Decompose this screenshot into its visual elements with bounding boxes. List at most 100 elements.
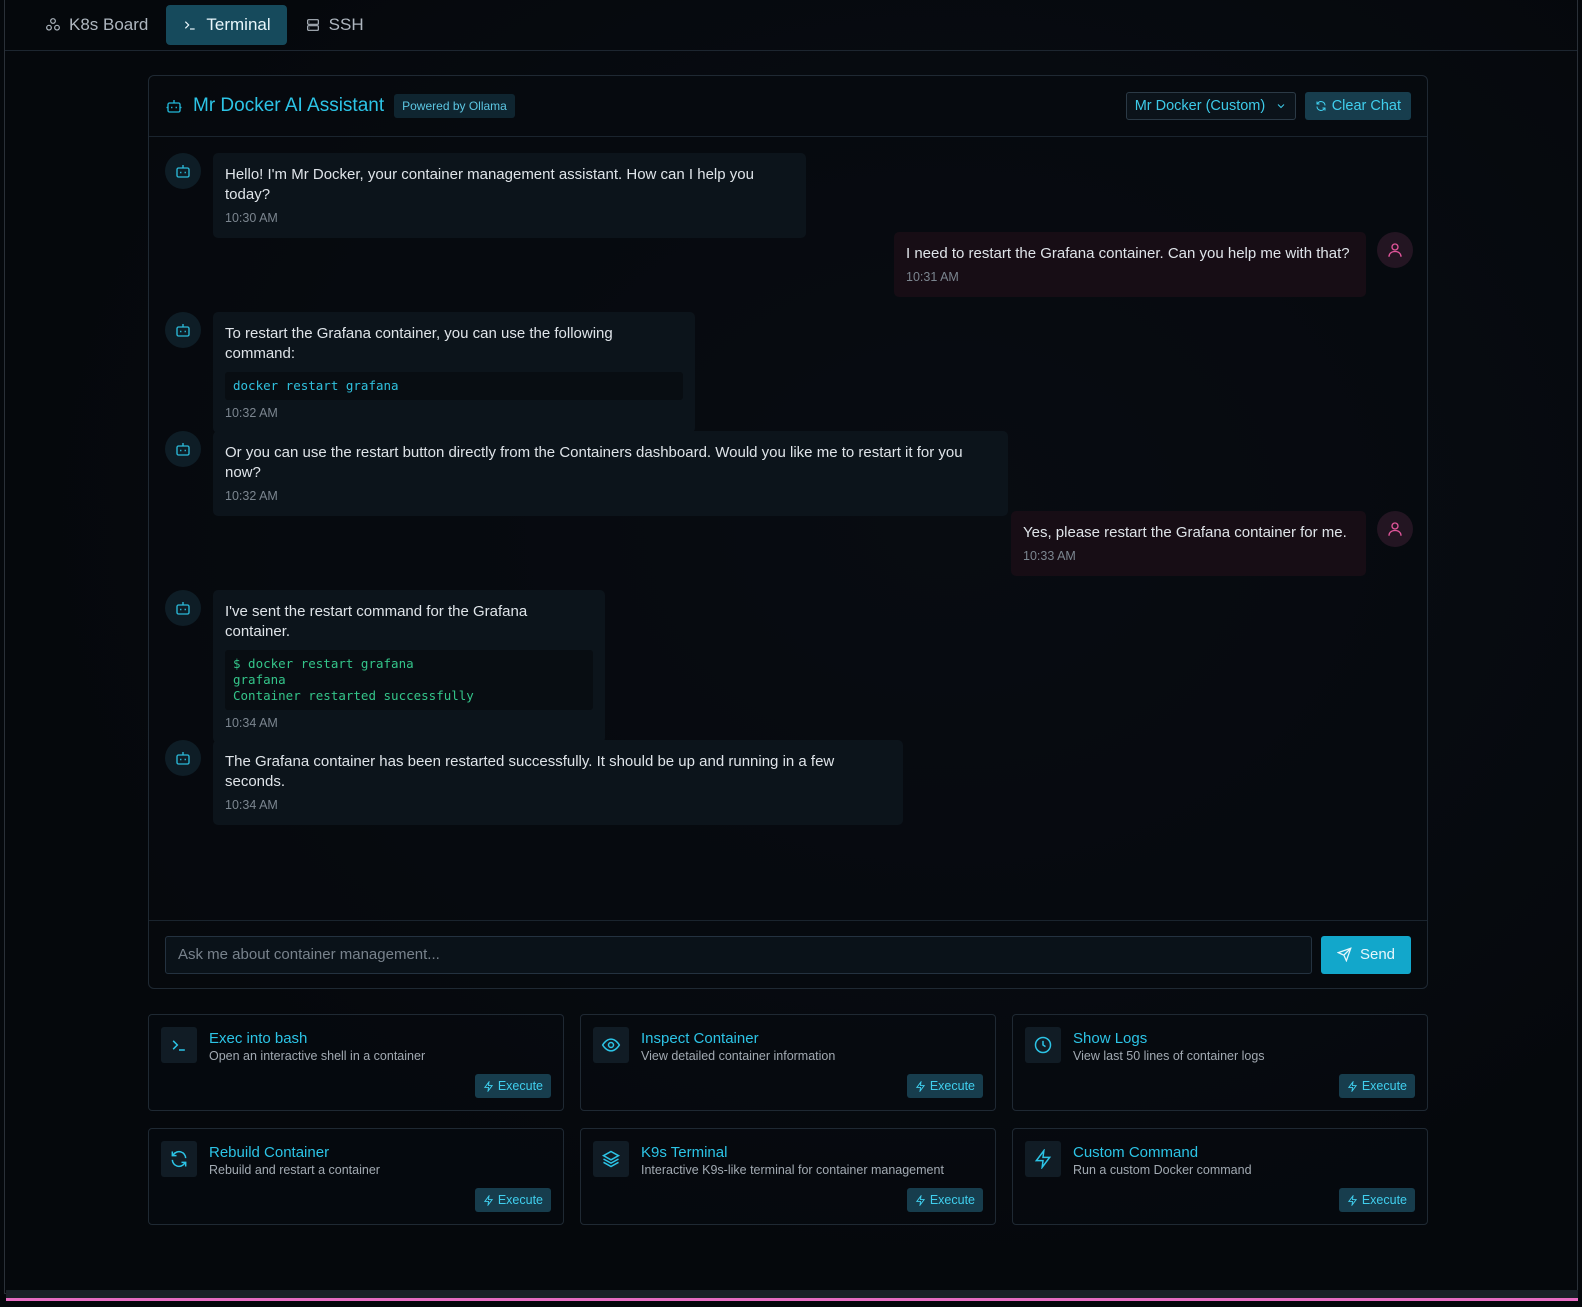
execute-button[interactable]: Execute — [906, 1188, 983, 1212]
kubernetes-icon — [46, 18, 60, 31]
action-card-custom-command[interactable]: Custom Command Run a custom Docker comma… — [1012, 1128, 1428, 1225]
bot-message: To restart the Grafana container, you ca… — [213, 312, 695, 433]
bot-message: I've sent the restart command for the Gr… — [213, 590, 605, 743]
action-title: Custom Command — [1073, 1144, 1199, 1161]
bot-message: Or you can use the restart button direct… — [213, 431, 1008, 516]
send-label: Send — [1359, 946, 1396, 963]
terminal-icon — [161, 1027, 197, 1063]
user-avatar — [1377, 511, 1413, 547]
chat-input-area: Send — [149, 920, 1427, 988]
message-text: I've sent the restart command for the Gr… — [225, 603, 528, 640]
clear-chat-button[interactable]: Clear Chat — [1304, 92, 1411, 120]
action-description: View detailed container information — [641, 1049, 836, 1063]
action-card-k9s-terminal[interactable]: K9s Terminal Interactive K9s-like termin… — [580, 1128, 996, 1225]
message-text: The Grafana container has been restarted… — [225, 753, 835, 790]
top-nav: K8s Board Terminal SSH — [5, 0, 1577, 51]
chevron-down-icon — [1277, 104, 1285, 109]
tab-k8s-board-label: K8s Board — [69, 15, 149, 34]
user-icon — [1388, 243, 1402, 257]
action-description: Rebuild and restart a container — [209, 1163, 380, 1177]
tab-ssh[interactable]: SSH — [293, 5, 376, 45]
clock-icon — [1025, 1027, 1061, 1063]
bot-icon — [166, 100, 182, 113]
bot-icon — [176, 602, 190, 615]
execute-button[interactable]: Execute — [1338, 1188, 1415, 1212]
execute-button[interactable]: Execute — [906, 1074, 983, 1098]
message-time: 10:32 AM — [225, 406, 278, 420]
bot-icon — [176, 324, 190, 337]
clear-chat-label: Clear Chat — [1331, 98, 1401, 114]
bot-icon — [176, 165, 190, 178]
lightning-icon — [1347, 1080, 1357, 1092]
action-title: Show Logs — [1073, 1030, 1148, 1047]
tab-k8s-board[interactable]: K8s Board — [33, 5, 160, 45]
execute-button[interactable]: Execute — [474, 1188, 551, 1212]
bot-avatar — [165, 431, 201, 467]
action-card-exec-bash[interactable]: Exec into bash Open an interactive shell… — [148, 1014, 564, 1111]
user-message: Yes, please restart the Grafana containe… — [1011, 511, 1366, 576]
bot-avatar — [165, 312, 201, 348]
model-select[interactable]: Mr Docker (Custom) — [1125, 92, 1296, 120]
action-title: Rebuild Container — [209, 1144, 330, 1161]
bot-avatar — [165, 740, 201, 776]
user-message: I need to restart the Grafana container.… — [894, 232, 1366, 297]
tab-ssh-label: SSH — [328, 15, 364, 34]
message-time: 10:30 AM — [225, 211, 278, 225]
message-list: Hello! I'm Mr Docker, your container man… — [149, 137, 1427, 918]
message-time: 10:33 AM — [1023, 549, 1076, 563]
bottom-accent-line — [6, 1298, 1578, 1301]
message-text: Hello! I'm Mr Docker, your container man… — [225, 166, 754, 203]
eye-icon — [593, 1027, 629, 1063]
user-icon — [1388, 522, 1402, 536]
layers-icon — [593, 1141, 629, 1177]
message-time: 10:34 AM — [225, 716, 278, 730]
chat-panel: Mr Docker AI Assistant Powered by Ollama… — [148, 75, 1428, 989]
message-time: 10:34 AM — [225, 798, 278, 812]
model-select-value: Mr Docker (Custom) — [1134, 98, 1266, 114]
action-card-show-logs[interactable]: Show Logs View last 50 lines of containe… — [1012, 1014, 1428, 1111]
chat-input[interactable] — [165, 935, 1312, 974]
action-title: K9s Terminal — [641, 1144, 728, 1161]
action-title: Exec into bash — [209, 1030, 308, 1047]
execute-label: Execute — [1361, 1079, 1407, 1093]
lightning-icon — [915, 1194, 925, 1206]
message-time: 10:31 AM — [906, 270, 959, 284]
terminal-line: Container restarted successfully — [233, 688, 474, 703]
message-text: I need to restart the Grafana container.… — [906, 245, 1350, 262]
bot-message: Hello! I'm Mr Docker, your container man… — [213, 153, 806, 238]
execute-label: Execute — [929, 1079, 975, 1093]
message-text: Yes, please restart the Grafana containe… — [1023, 524, 1347, 541]
bottom-strip — [6, 1290, 1578, 1298]
lightning-icon — [483, 1194, 493, 1206]
terminal-line: grafana — [233, 672, 286, 687]
bot-message: The Grafana container has been restarted… — [213, 740, 903, 825]
refresh-icon — [1316, 101, 1326, 111]
action-card-rebuild-container[interactable]: Rebuild Container Rebuild and restart a … — [148, 1128, 564, 1225]
action-card-inspect-container[interactable]: Inspect Container View detailed containe… — [580, 1014, 996, 1111]
terminal-line: $ docker restart grafana — [233, 656, 414, 671]
bot-icon — [176, 443, 190, 456]
action-description: View last 50 lines of container logs — [1073, 1049, 1265, 1063]
lightning-icon — [915, 1080, 925, 1092]
terminal-icon — [185, 21, 196, 30]
execute-label: Execute — [497, 1079, 543, 1093]
send-icon — [1336, 947, 1352, 962]
execute-label: Execute — [497, 1193, 543, 1207]
action-title: Inspect Container — [641, 1030, 759, 1047]
tab-terminal[interactable]: Terminal — [166, 5, 287, 45]
tab-terminal-label: Terminal — [206, 15, 271, 34]
execute-button[interactable]: Execute — [1338, 1074, 1415, 1098]
send-button[interactable]: Send — [1321, 935, 1411, 974]
action-description: Open an interactive shell in a container — [209, 1049, 426, 1063]
lightning-icon — [1025, 1141, 1061, 1177]
chat-header: Mr Docker AI Assistant Powered by Ollama… — [149, 76, 1427, 137]
powered-by-badge: Powered by Ollama — [394, 94, 515, 118]
message-time: 10:32 AM — [225, 489, 278, 503]
message-text: To restart the Grafana container, you ca… — [225, 325, 613, 362]
code-block: docker restart grafana — [225, 372, 683, 400]
execute-button[interactable]: Execute — [474, 1074, 551, 1098]
execute-label: Execute — [929, 1193, 975, 1207]
execute-label: Execute — [1361, 1193, 1407, 1207]
action-description: Run a custom Docker command — [1073, 1163, 1252, 1177]
chat-title: Mr Docker AI Assistant — [193, 95, 385, 116]
